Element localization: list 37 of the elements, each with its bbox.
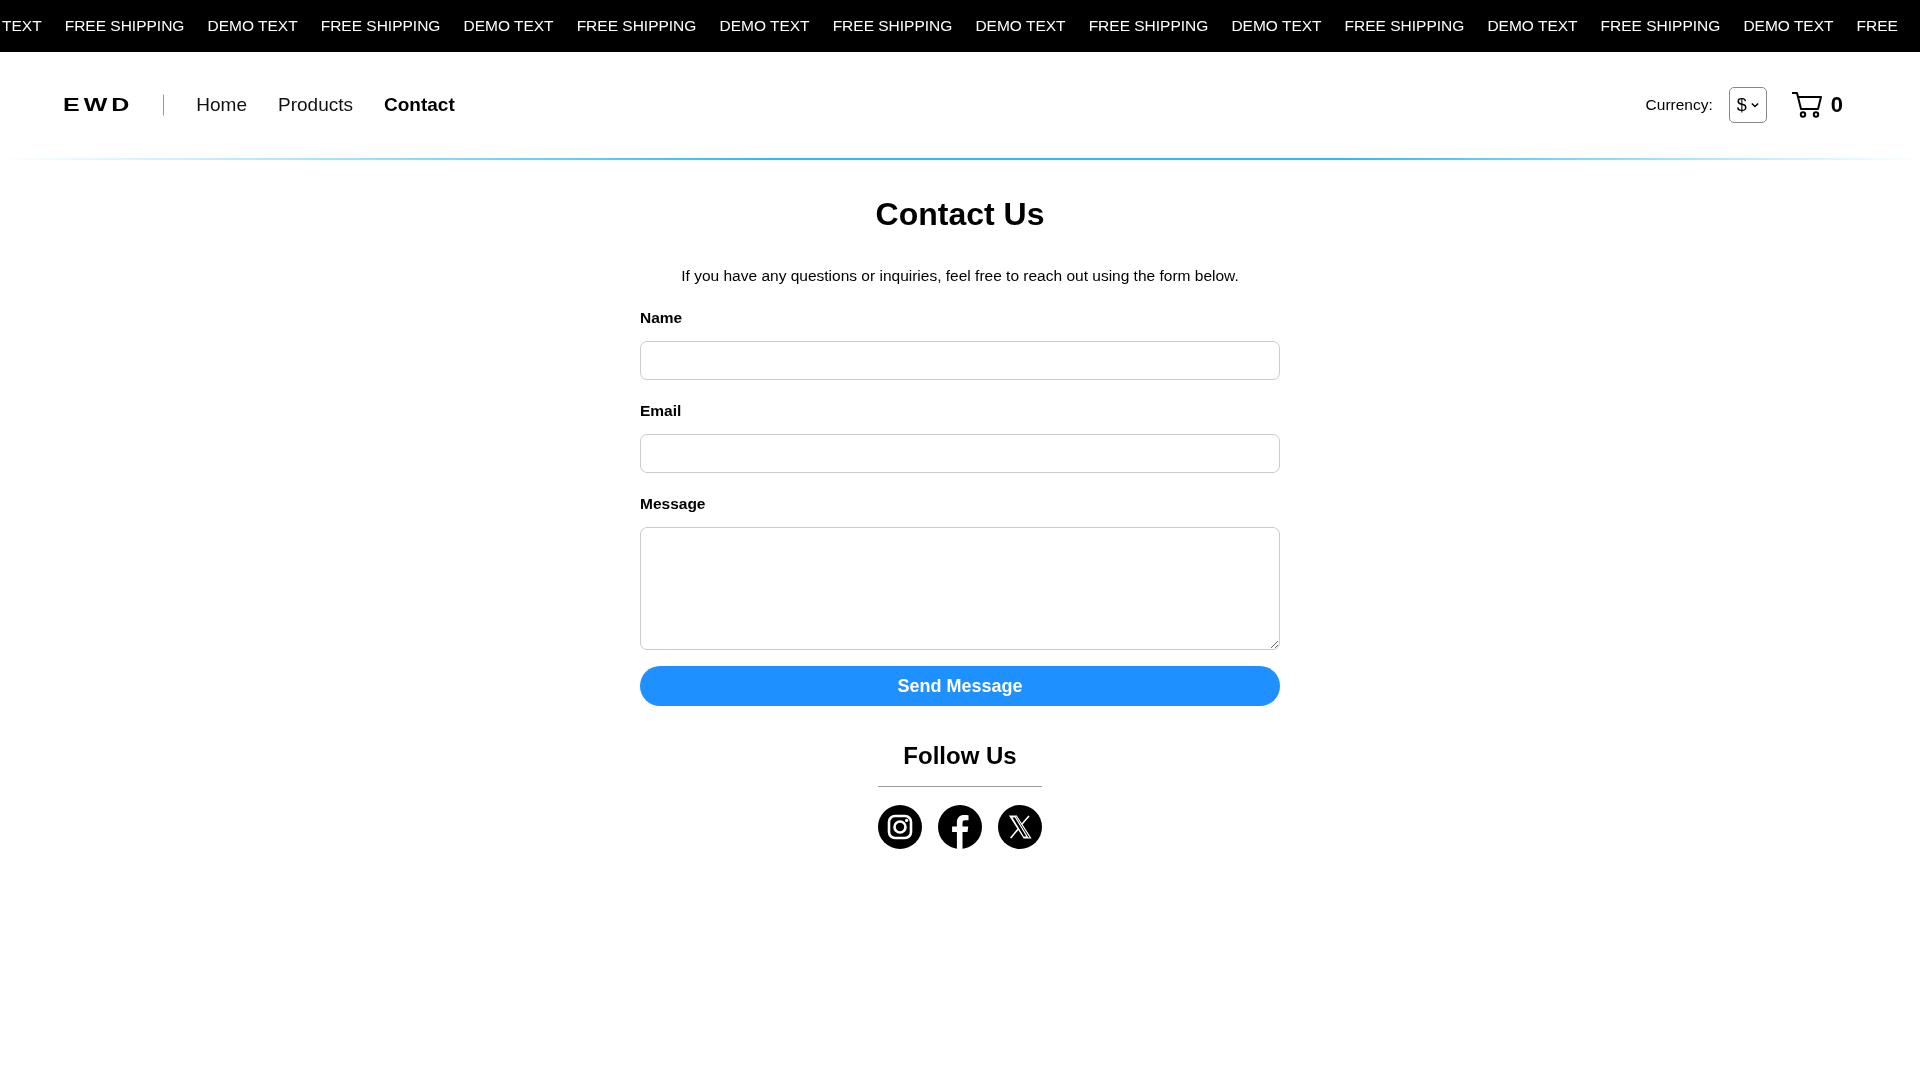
- announcement-text: FREE SHIPPING: [832, 17, 953, 35]
- currency-label: Currency:: [1645, 96, 1713, 114]
- announcement-text: DEMO TEXT: [719, 17, 810, 35]
- facebook-icon[interactable]: [938, 805, 982, 849]
- announcement-text: FREE: [1856, 17, 1898, 35]
- announcement-text: FREE SHIPPING: [576, 17, 697, 35]
- announcement-text: FREE SHIPPING: [320, 17, 441, 35]
- announcement-text: DEMO TEXT: [1231, 17, 1322, 35]
- currency-select[interactable]: $: [1728, 87, 1767, 123]
- cart-icon[interactable]: [1790, 91, 1823, 119]
- chevron-down-icon: [1750, 102, 1759, 108]
- announcement-text: FREE SHIPPING: [1088, 17, 1209, 35]
- intro-text: If you have any questions or inquiries, feel free to reach out using the form below.: [681, 267, 1239, 285]
- input-field[interactable]: [640, 341, 1280, 380]
- page-title: Contact Us: [875, 196, 1045, 233]
- announcement-text: TEXT: [2, 17, 42, 35]
- follow-heading: Follow Us: [903, 742, 1017, 770]
- logo[interactable]: EWD: [63, 94, 165, 116]
- announcement-text: DEMO TEXT: [1743, 17, 1834, 35]
- announcement-text: DEMO TEXT: [1487, 17, 1578, 35]
- nav-link[interactable]: Contact: [384, 94, 455, 116]
- input-field[interactable]: [640, 434, 1280, 473]
- announcement-text: DEMO TEXT: [975, 17, 1066, 35]
- x-logo-icon[interactable]: [998, 805, 1042, 849]
- message-field[interactable]: [640, 527, 1280, 650]
- announcement-text: FREE SHIPPING: [64, 17, 185, 35]
- field-label: Message: [640, 495, 707, 513]
- announcement-text: FREE SHIPPING: [1344, 17, 1465, 35]
- cart-count: 0: [1830, 92, 1843, 118]
- nav-link[interactable]: Products: [278, 94, 353, 116]
- field-label: Name: [640, 309, 684, 327]
- announcement-text: DEMO TEXT: [207, 17, 298, 35]
- nav-link[interactable]: Home: [196, 94, 247, 116]
- announcement-text: DEMO TEXT: [463, 17, 554, 35]
- field-label: Email: [640, 402, 683, 420]
- instagram-icon[interactable]: [878, 805, 922, 849]
- announcement-text: FREE SHIPPING: [1600, 17, 1721, 35]
